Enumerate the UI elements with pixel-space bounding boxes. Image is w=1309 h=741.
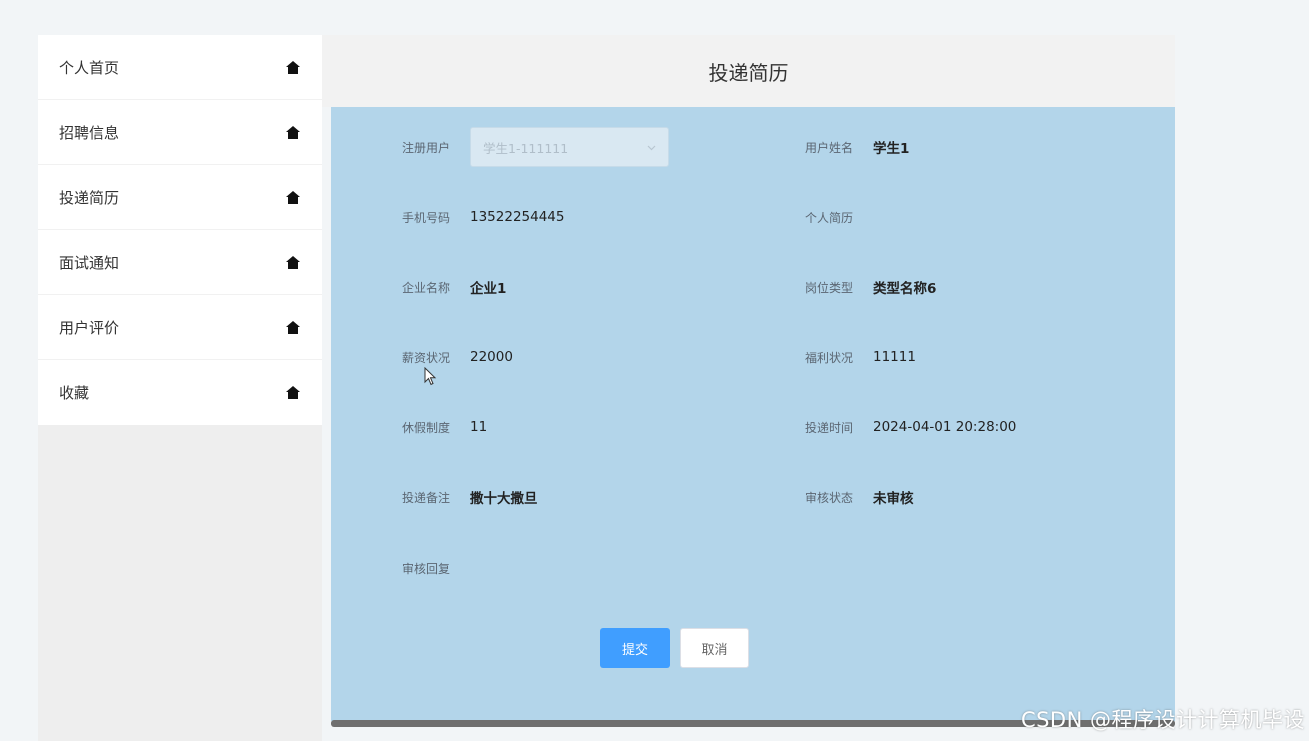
sidebar-item-reviews[interactable]: 用户评价 bbox=[38, 295, 322, 360]
field-label: 福利状况 bbox=[805, 350, 854, 365]
field-value: 未审核 bbox=[873, 491, 914, 507]
field-value: 11111 bbox=[873, 349, 916, 365]
sidebar-item-resume[interactable]: 投递简历 bbox=[38, 165, 322, 230]
submit-button[interactable]: 提交 bbox=[600, 628, 670, 668]
submit-time-field: 投递时间 2024-04-01 20:28:00 bbox=[805, 407, 1016, 447]
field-value: 2024-04-01 20:28:00 bbox=[873, 419, 1017, 435]
select-value: 学生1-111111 bbox=[483, 140, 569, 156]
field-value: 撒十大撒旦 bbox=[470, 491, 538, 507]
sidebar-item-label: 投递简历 bbox=[59, 188, 120, 207]
cancel-button[interactable]: 取消 bbox=[680, 628, 749, 668]
page-title: 投递简历 bbox=[708, 60, 789, 85]
field-label: 手机号码 bbox=[402, 210, 451, 225]
sidebar-menu: 个人首页 招聘信息 投递简历 面试通知 用户评价 收藏 bbox=[38, 35, 322, 425]
field-label: 注册用户 bbox=[402, 140, 451, 155]
field-label: 薪资状况 bbox=[402, 350, 451, 365]
field-label: 用户姓名 bbox=[805, 140, 854, 155]
remark-field: 投递备注 撒十大撒旦 bbox=[402, 477, 538, 517]
field-label: 审核回复 bbox=[402, 561, 451, 576]
home-icon bbox=[286, 386, 300, 399]
sidebar-item-favorites[interactable]: 收藏 bbox=[38, 360, 322, 425]
job-type-field: 岗位类型 类型名称6 bbox=[805, 267, 936, 307]
sidebar-item-jobs[interactable]: 招聘信息 bbox=[38, 100, 322, 165]
field-value: 类型名称6 bbox=[873, 281, 937, 297]
home-icon bbox=[286, 320, 300, 334]
field-value: 学生1 bbox=[873, 141, 910, 157]
home-icon bbox=[286, 190, 300, 204]
field-value: 企业1 bbox=[470, 281, 507, 297]
field-label: 岗位类型 bbox=[805, 280, 854, 295]
mouse-cursor-icon bbox=[424, 367, 437, 386]
home-icon bbox=[286, 255, 300, 269]
phone-field: 手机号码 13522254445 bbox=[402, 197, 564, 237]
field-value: 22000 bbox=[470, 349, 513, 365]
field-label: 个人简历 bbox=[805, 210, 854, 225]
sidebar-background bbox=[38, 425, 322, 741]
sidebar-item-home[interactable]: 个人首页 bbox=[38, 35, 322, 100]
field-label: 投递时间 bbox=[805, 420, 854, 435]
company-field: 企业名称 企业1 bbox=[402, 267, 506, 307]
welfare-field: 福利状况 11111 bbox=[805, 337, 916, 377]
field-value: 13522254445 bbox=[470, 209, 565, 225]
field-value: 11 bbox=[470, 419, 488, 435]
sidebar-item-label: 用户评价 bbox=[59, 318, 120, 337]
field-label: 企业名称 bbox=[402, 280, 451, 295]
page-header: 投递简历 bbox=[322, 35, 1175, 107]
register-user-select[interactable]: 学生1-111111 bbox=[470, 127, 669, 167]
sidebar-item-interview[interactable]: 面试通知 bbox=[38, 230, 322, 295]
chevron-down-icon bbox=[647, 145, 656, 150]
field-label: 审核状态 bbox=[805, 490, 854, 505]
user-name-field: 用户姓名 学生1 bbox=[805, 127, 909, 167]
sidebar-item-label: 招聘信息 bbox=[59, 123, 120, 142]
sidebar-item-label: 收藏 bbox=[59, 384, 90, 402]
field-label: 投递备注 bbox=[402, 490, 451, 505]
home-icon bbox=[286, 60, 300, 74]
resume-field: 个人简历 bbox=[805, 197, 873, 237]
review-reply-field: 审核回复 bbox=[402, 548, 470, 588]
watermark: CSDN @程序设计计算机毕设 bbox=[1020, 708, 1305, 732]
sidebar-item-label: 个人首页 bbox=[59, 58, 120, 77]
vacation-field: 休假制度 11 bbox=[402, 407, 487, 447]
register-user-field: 注册用户 学生1-111111 bbox=[402, 127, 669, 167]
field-label: 休假制度 bbox=[402, 420, 451, 435]
home-icon bbox=[286, 125, 300, 139]
sidebar-item-label: 面试通知 bbox=[59, 253, 120, 272]
salary-field: 薪资状况 22000 bbox=[402, 337, 513, 377]
review-status-field: 审核状态 未审核 bbox=[805, 477, 914, 517]
